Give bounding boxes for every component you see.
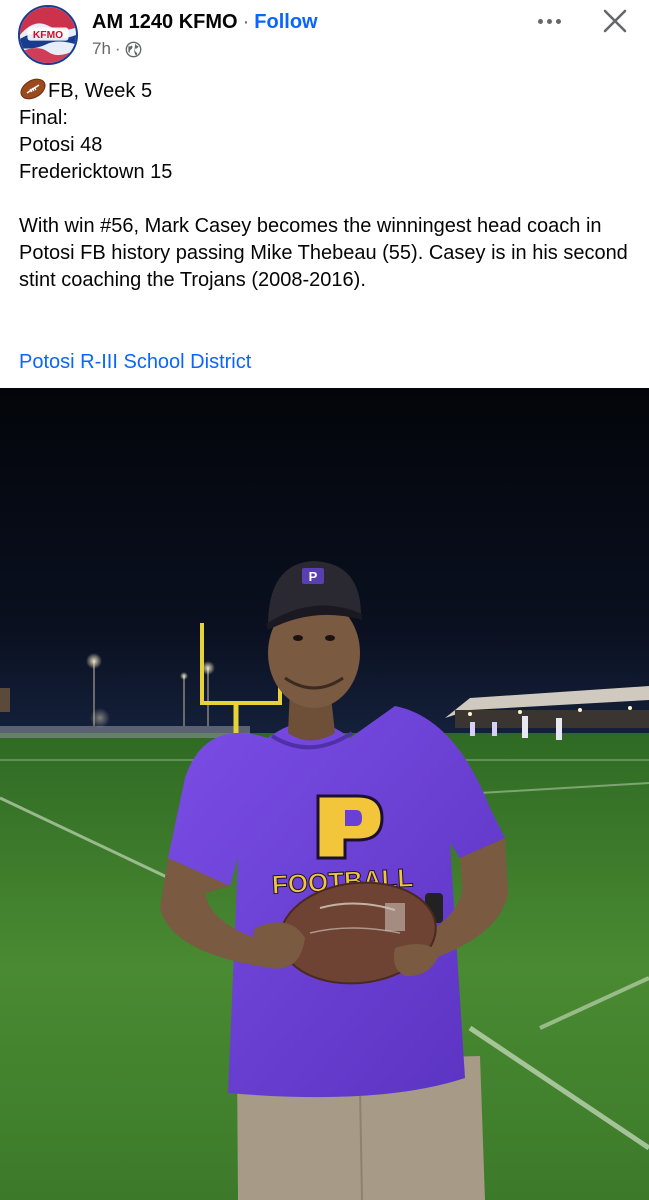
more-dot bbox=[546, 18, 552, 24]
title-row: AM 1240 KFMO · Follow bbox=[92, 9, 318, 35]
post-line-1: FB, Week 5 bbox=[48, 80, 153, 102]
page-name[interactable]: AM 1240 KFMO bbox=[92, 11, 238, 34]
cap-letter: P bbox=[309, 569, 318, 584]
post-paragraph: With win #56, Mark Casey becomes the win… bbox=[19, 215, 628, 291]
post-line-week: FB, Week 5 bbox=[19, 78, 629, 105]
kfmo-logo: KFMO bbox=[20, 7, 76, 63]
follow-button[interactable]: Follow bbox=[254, 11, 317, 34]
coach-photo-illustration: FOOTBALL P bbox=[0, 388, 649, 1200]
facebook-post: KFMO AM 1240 KFMO · Follow 7h · FB, Week… bbox=[0, 0, 649, 1200]
tagged-page-link[interactable]: Potosi R-III School District bbox=[19, 349, 251, 376]
title-separator: · bbox=[242, 10, 250, 33]
more-dot bbox=[555, 18, 561, 24]
close-icon[interactable] bbox=[600, 6, 630, 36]
globe-icon bbox=[125, 41, 142, 58]
post-line-2: Final: bbox=[19, 107, 68, 129]
post-meta: 7h · bbox=[92, 38, 142, 60]
football-emoji-icon bbox=[19, 78, 47, 100]
meta-separator: · bbox=[114, 39, 121, 58]
post-line-4: Fredericktown 15 bbox=[19, 161, 173, 183]
post-photo[interactable]: FOOTBALL P bbox=[0, 388, 649, 1200]
post-timestamp[interactable]: 7h bbox=[92, 39, 111, 59]
avatar-logo-text: KFMO bbox=[33, 30, 63, 41]
post-line-3: Potosi 48 bbox=[19, 134, 103, 156]
post-header: KFMO AM 1240 KFMO · Follow 7h · bbox=[0, 0, 649, 70]
page-avatar[interactable]: KFMO bbox=[18, 5, 78, 65]
more-dots-icon[interactable] bbox=[532, 10, 566, 32]
post-text: FB, Week 5 Final: Potosi 48 Fredericktow… bbox=[19, 78, 629, 294]
more-dot bbox=[537, 18, 543, 24]
